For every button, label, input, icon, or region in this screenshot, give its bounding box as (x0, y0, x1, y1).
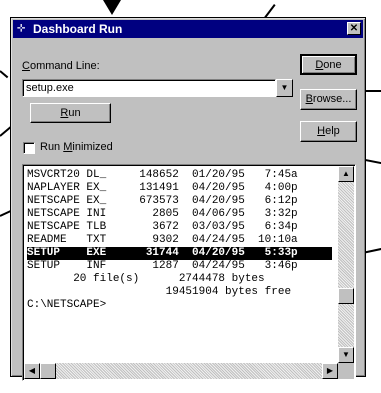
title-bar[interactable]: ⊹ Dashboard Run ✕ (13, 20, 363, 38)
console-line: 20 file(s) 2744478 bytes (27, 273, 265, 285)
callout-line-command-left (0, 70, 9, 79)
browse-button[interactable]: Browse... (300, 89, 357, 110)
scroll-right-button[interactable]: ▶ (322, 363, 338, 379)
arrow-down-icon: ▼ (342, 350, 350, 359)
run-minimized-checkbox[interactable] (23, 142, 35, 154)
arrow-left-icon: ◀ (28, 366, 36, 375)
window-title: Dashboard Run (33, 22, 123, 36)
done-button[interactable]: Done (300, 54, 357, 75)
chevron-down-icon: ▼ (280, 83, 289, 92)
console-line: 19451904 bytes free (27, 286, 292, 298)
console-line: README TXT 9302 04/24/95 10:10a (27, 234, 298, 246)
arrow-right-icon: ▶ (326, 366, 334, 375)
size-grip (338, 363, 354, 379)
arrow-up-icon: ▲ (342, 169, 350, 178)
close-button[interactable]: ✕ (347, 22, 361, 35)
scroll-up-button[interactable]: ▲ (338, 166, 354, 182)
console-line: NAPLAYER EX_ 131491 04/20/95 4:00p (27, 182, 298, 194)
callout-arrow-top-icon (103, 0, 121, 15)
console-line: SETUP INF 1287 04/24/95 3:46p (27, 260, 298, 272)
console-line: NETSCAPE TLB 3672 03/03/95 6:34p (27, 221, 298, 233)
help-button[interactable]: Help (300, 121, 357, 142)
console-output[interactable]: MSVCRT20 DL_ 148652 01/20/95 7:45a NAPLAY… (22, 164, 356, 381)
run-button[interactable]: Run (30, 103, 111, 123)
console-line: C:\NETSCAPE> (27, 299, 107, 311)
dashboard-run-window: ⊹ Dashboard Run ✕ Command Line: setup.ex… (10, 17, 366, 381)
console-line: NETSCAPE INI 2805 04/06/95 3:32p (27, 208, 298, 220)
console-text: MSVCRT20 DL_ 148652 01/20/95 7:45a NAPLAY… (27, 169, 332, 349)
run-icon: ⊹ (17, 23, 26, 34)
horizontal-scroll-thumb[interactable] (40, 363, 56, 379)
scroll-left-button[interactable]: ◀ (24, 363, 40, 379)
console-line-selected: SETUP EXE 31744 04/20/95 5:33p (27, 247, 332, 260)
console-line: MSVCRT20 DL_ 148652 01/20/95 7:45a (27, 169, 298, 181)
horizontal-scrollbar[interactable]: ◀ ▶ (24, 363, 338, 379)
command-line-dropdown-button[interactable]: ▼ (276, 79, 293, 97)
scroll-thumb[interactable] (338, 288, 354, 304)
console-line: NETSCAPE EX_ 673573 04/20/95 6:12p (27, 195, 298, 207)
run-minimized-label[interactable]: Run Minimized (40, 141, 113, 153)
command-line-label: Command Line: (22, 60, 100, 72)
command-line-input[interactable]: setup.exe (22, 79, 276, 97)
vertical-scrollbar[interactable]: ▲ ▼ (338, 166, 354, 363)
scroll-down-button[interactable]: ▼ (338, 347, 354, 363)
